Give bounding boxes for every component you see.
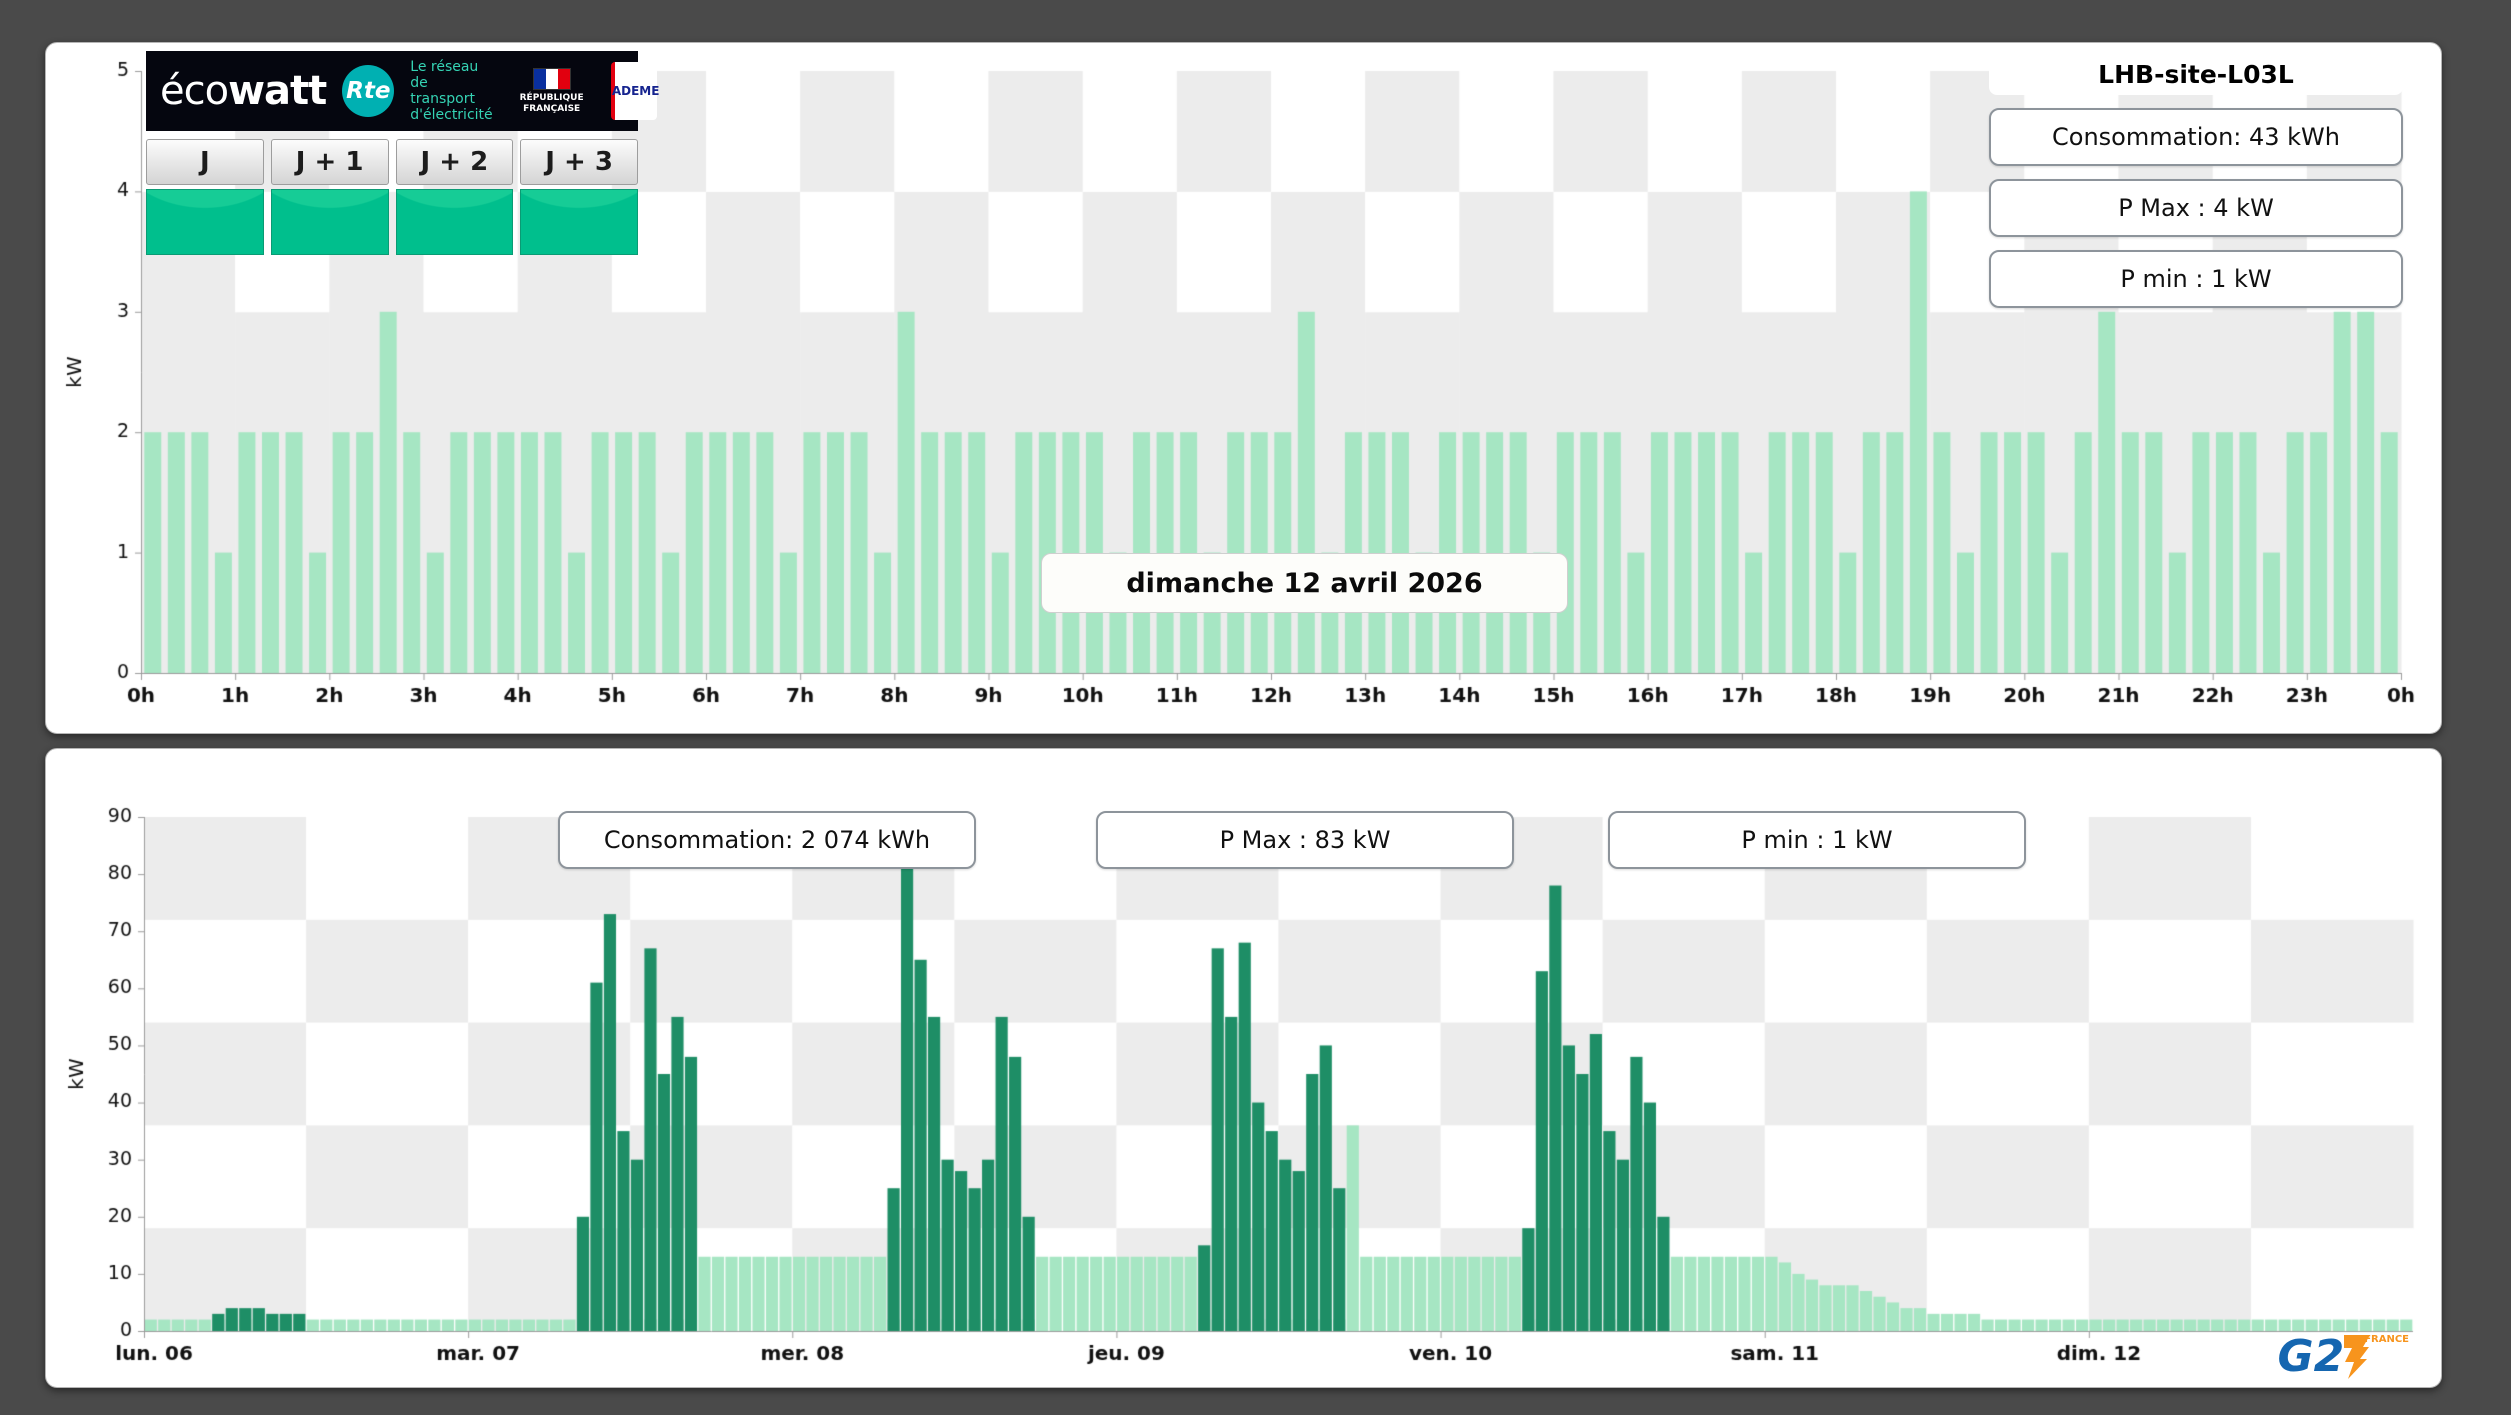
tab-j3[interactable]: J + 3	[520, 139, 638, 185]
ecowatt-signal-thumbnail-j1[interactable]	[270, 189, 389, 255]
forecast-thumbnails	[146, 189, 638, 255]
weekly-pmin-badge: P min : 1 kW	[1608, 811, 2026, 869]
daily-chart-panel: écowatt Rte Le réseau de transport d'éle…	[45, 42, 2442, 734]
g2e-text: G2	[2277, 1331, 2345, 1382]
date-label: dimanche 12 avril 2026	[1041, 553, 1568, 613]
forecast-tabs: J J + 1 J + 2 J + 3	[146, 139, 638, 185]
g2e-logo: G2 FRANCE	[2277, 1323, 2415, 1379]
tab-j1[interactable]: J + 1	[270, 139, 389, 185]
rte-caption: Le réseau de transport d'électricité	[410, 58, 493, 124]
daily-pmin-badge: P min : 1 kW	[1989, 250, 2403, 308]
g2e-france-text: FRANCE	[2364, 1334, 2409, 1345]
ecowatt-eco-text: éco	[160, 68, 229, 114]
ecowatt-signal-thumbnail-j[interactable]	[146, 189, 264, 255]
daily-pmax-badge: P Max : 4 kW	[1989, 179, 2403, 237]
ecowatt-signal-thumbnail-j2[interactable]	[395, 189, 514, 255]
republique-francaise-logo: RÉPUBLIQUE FRANÇAISE	[509, 68, 595, 114]
tab-j[interactable]: J	[146, 139, 264, 185]
daily-consumption-badge: Consommation: 43 kWh	[1989, 108, 2403, 166]
site-label: LHB-site-L03L	[1989, 53, 2403, 95]
daily-stats: LHB-site-L03L Consommation: 43 kWh P Max…	[1989, 53, 2403, 308]
ecowatt-signal-thumbnail-j3[interactable]	[520, 189, 638, 255]
rte-logo-icon: Rte	[342, 65, 395, 117]
weekly-pmax-badge: P Max : 83 kW	[1096, 811, 1514, 869]
ecowatt-wordmark: écowatt	[160, 68, 327, 114]
ecowatt-watt-text: watt	[228, 68, 327, 114]
weekly-chart-panel: Consommation: 2 074 kWh P Max : 83 kW P …	[45, 748, 2442, 1388]
tab-j2[interactable]: J + 2	[395, 139, 514, 185]
weekly-consumption-badge: Consommation: 2 074 kWh	[558, 811, 976, 869]
french-flag-icon	[532, 68, 571, 91]
republique-label: RÉPUBLIQUE FRANÇAISE	[519, 93, 584, 114]
ademe-logo: ADEME	[610, 62, 659, 120]
ecowatt-logo: écowatt Rte Le réseau de transport d'éle…	[146, 51, 659, 131]
